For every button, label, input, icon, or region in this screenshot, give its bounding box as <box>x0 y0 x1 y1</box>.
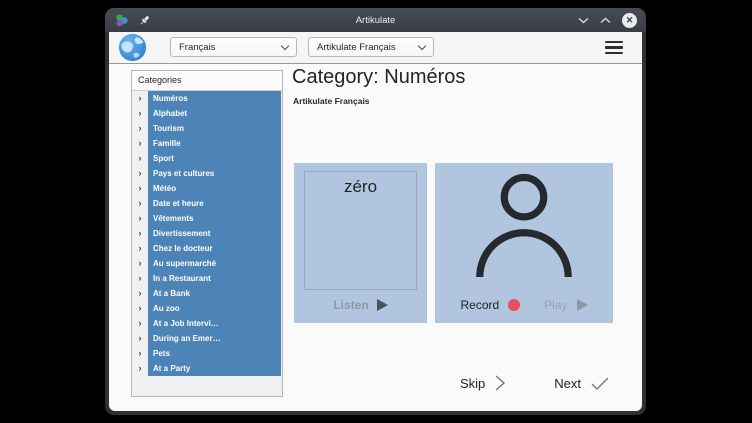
sidebar-item-label: Date et heure <box>148 196 281 211</box>
sidebar-item-famille[interactable]: › Famille <box>132 136 282 151</box>
sidebar-item-chez-le-docteur[interactable]: › Chez le docteur <box>132 241 282 256</box>
language-select[interactable]: Français <box>170 37 297 57</box>
expand-chevron-icon[interactable]: › <box>132 346 148 361</box>
sidebar-item-label: At a Bank <box>148 286 281 301</box>
user-icon <box>474 173 574 286</box>
course-select[interactable]: Artikulate Français <box>308 37 434 57</box>
sidebar-item-label: During an Emer… <box>148 331 281 346</box>
phrase-text: zéro <box>305 177 416 197</box>
skip-chevron-icon <box>494 374 506 392</box>
sidebar-item-date-et-heure[interactable]: › Date et heure <box>132 196 282 211</box>
sidebar-item-label: Au supermarché <box>148 256 281 271</box>
sidebar-item-label: Tourism <box>148 121 281 136</box>
expand-chevron-icon[interactable]: › <box>132 166 148 181</box>
sidebar-item-label: Au zoo <box>148 301 281 316</box>
sidebar-item-label: Chez le docteur <box>148 241 281 256</box>
next-check-icon <box>590 376 610 391</box>
record-icon[interactable] <box>508 299 520 311</box>
expand-chevron-icon[interactable]: › <box>132 136 148 151</box>
phrase-box: zéro <box>304 171 417 290</box>
expand-chevron-icon[interactable]: › <box>132 361 148 376</box>
sidebar-item-au-zoo[interactable]: › Au zoo <box>132 301 282 316</box>
sidebar-item-sport[interactable]: › Sport <box>132 151 282 166</box>
course-select-value: Artikulate Français <box>317 42 396 53</box>
app-icon[interactable] <box>114 13 129 28</box>
expand-chevron-icon[interactable]: › <box>132 196 148 211</box>
pin-icon[interactable] <box>138 14 151 27</box>
sidebar-item-at-a-party[interactable]: › At a Party <box>132 361 282 376</box>
sidebar-item-tourism[interactable]: › Tourism <box>132 121 282 136</box>
listen-button-label: Listen <box>333 298 368 312</box>
phrase-card: zéro Listen <box>294 163 427 323</box>
window-body: Français Artikulate Français Categories … <box>109 32 642 411</box>
sidebar-item-label: Météo <box>148 181 281 196</box>
sidebar-item-in-a-restaurant[interactable]: › In a Restaurant <box>132 271 282 286</box>
play-native-icon[interactable] <box>377 299 388 311</box>
next-button-label: Next <box>554 376 581 391</box>
skip-button[interactable]: Skip <box>460 374 506 392</box>
maximize-icon[interactable] <box>600 17 611 24</box>
sidebar-item-label: Pets <box>148 346 281 361</box>
sidebar-item-label: At a Party <box>148 361 281 376</box>
next-button[interactable]: Next <box>554 376 610 391</box>
record-button-label: Record <box>460 298 499 312</box>
sidebar-item-divertissement[interactable]: › Divertissement <box>132 226 282 241</box>
play-button-label: Play <box>544 298 567 312</box>
close-icon[interactable]: ✕ <box>622 13 637 28</box>
sidebar-item-pays-et-cultures[interactable]: › Pays et cultures <box>132 166 282 181</box>
sidebar-item-at-a-job-interview[interactable]: › At a Job Intervi… <box>132 316 282 331</box>
chevron-down-icon <box>418 41 426 49</box>
expand-chevron-icon[interactable]: › <box>132 91 148 106</box>
expand-chevron-icon[interactable]: › <box>132 181 148 196</box>
skip-button-label: Skip <box>460 376 485 391</box>
expand-chevron-icon[interactable]: › <box>132 301 148 316</box>
expand-chevron-icon[interactable]: › <box>132 331 148 346</box>
expand-chevron-icon[interactable]: › <box>132 256 148 271</box>
sidebar-item-during-an-emergency[interactable]: › During an Emer… <box>132 331 282 346</box>
minimize-icon[interactable] <box>578 17 589 24</box>
chevron-down-icon <box>281 41 289 49</box>
expand-chevron-icon[interactable]: › <box>132 241 148 256</box>
globe-icon <box>118 33 147 62</box>
sidebar-item-label: Numéros <box>148 91 281 106</box>
artikulate-window: Artikulate ✕ <box>105 8 646 415</box>
expand-chevron-icon[interactable]: › <box>132 151 148 166</box>
language-select-value: Français <box>179 42 215 53</box>
sidebar-item-label: Divertissement <box>148 226 281 241</box>
expand-chevron-icon[interactable]: › <box>132 106 148 121</box>
categories-header: Categories <box>132 71 282 91</box>
sidebar-item-label: Vêtements <box>148 211 281 226</box>
toolbar: Français Artikulate Français <box>109 32 642 64</box>
titlebar[interactable]: Artikulate ✕ <box>105 8 646 32</box>
page-subtitle: Artikulate Français <box>293 96 370 106</box>
sidebar-item-label: Sport <box>148 151 281 166</box>
play-recording-icon[interactable] <box>577 299 588 311</box>
sidebar-item-label: Pays et cultures <box>148 166 281 181</box>
sidebar-item-label: In a Restaurant <box>148 271 281 286</box>
page-title: Category: Numéros <box>292 66 465 89</box>
categories-panel: Categories › Numéros › Alphabet › Touris… <box>131 70 283 397</box>
expand-chevron-icon[interactable]: › <box>132 286 148 301</box>
expand-chevron-icon[interactable]: › <box>132 226 148 241</box>
window-title: Artikulate <box>105 15 646 26</box>
sidebar-item-label: At a Job Intervi… <box>148 316 281 331</box>
sidebar-item-at-a-bank[interactable]: › At a Bank <box>132 286 282 301</box>
sidebar-item-pets[interactable]: › Pets <box>132 346 282 361</box>
menu-icon[interactable] <box>605 41 623 54</box>
expand-chevron-icon[interactable]: › <box>132 211 148 226</box>
expand-chevron-icon[interactable]: › <box>132 271 148 286</box>
expand-chevron-icon[interactable]: › <box>132 316 148 331</box>
sidebar-item-label: Famille <box>148 136 281 151</box>
sidebar-item-label: Alphabet <box>148 106 281 121</box>
sidebar-item-meteo[interactable]: › Météo <box>132 181 282 196</box>
sidebar-item-au-supermarche[interactable]: › Au supermarché <box>132 256 282 271</box>
expand-chevron-icon[interactable]: › <box>132 121 148 136</box>
record-card: Record Play <box>435 163 613 323</box>
sidebar-item-alphabet[interactable]: › Alphabet <box>132 106 282 121</box>
footer-navigation: Skip Next <box>460 370 610 396</box>
sidebar-item-vetements[interactable]: › Vêtements <box>132 211 282 226</box>
sidebar-item-numeros[interactable]: › Numéros <box>132 91 282 106</box>
